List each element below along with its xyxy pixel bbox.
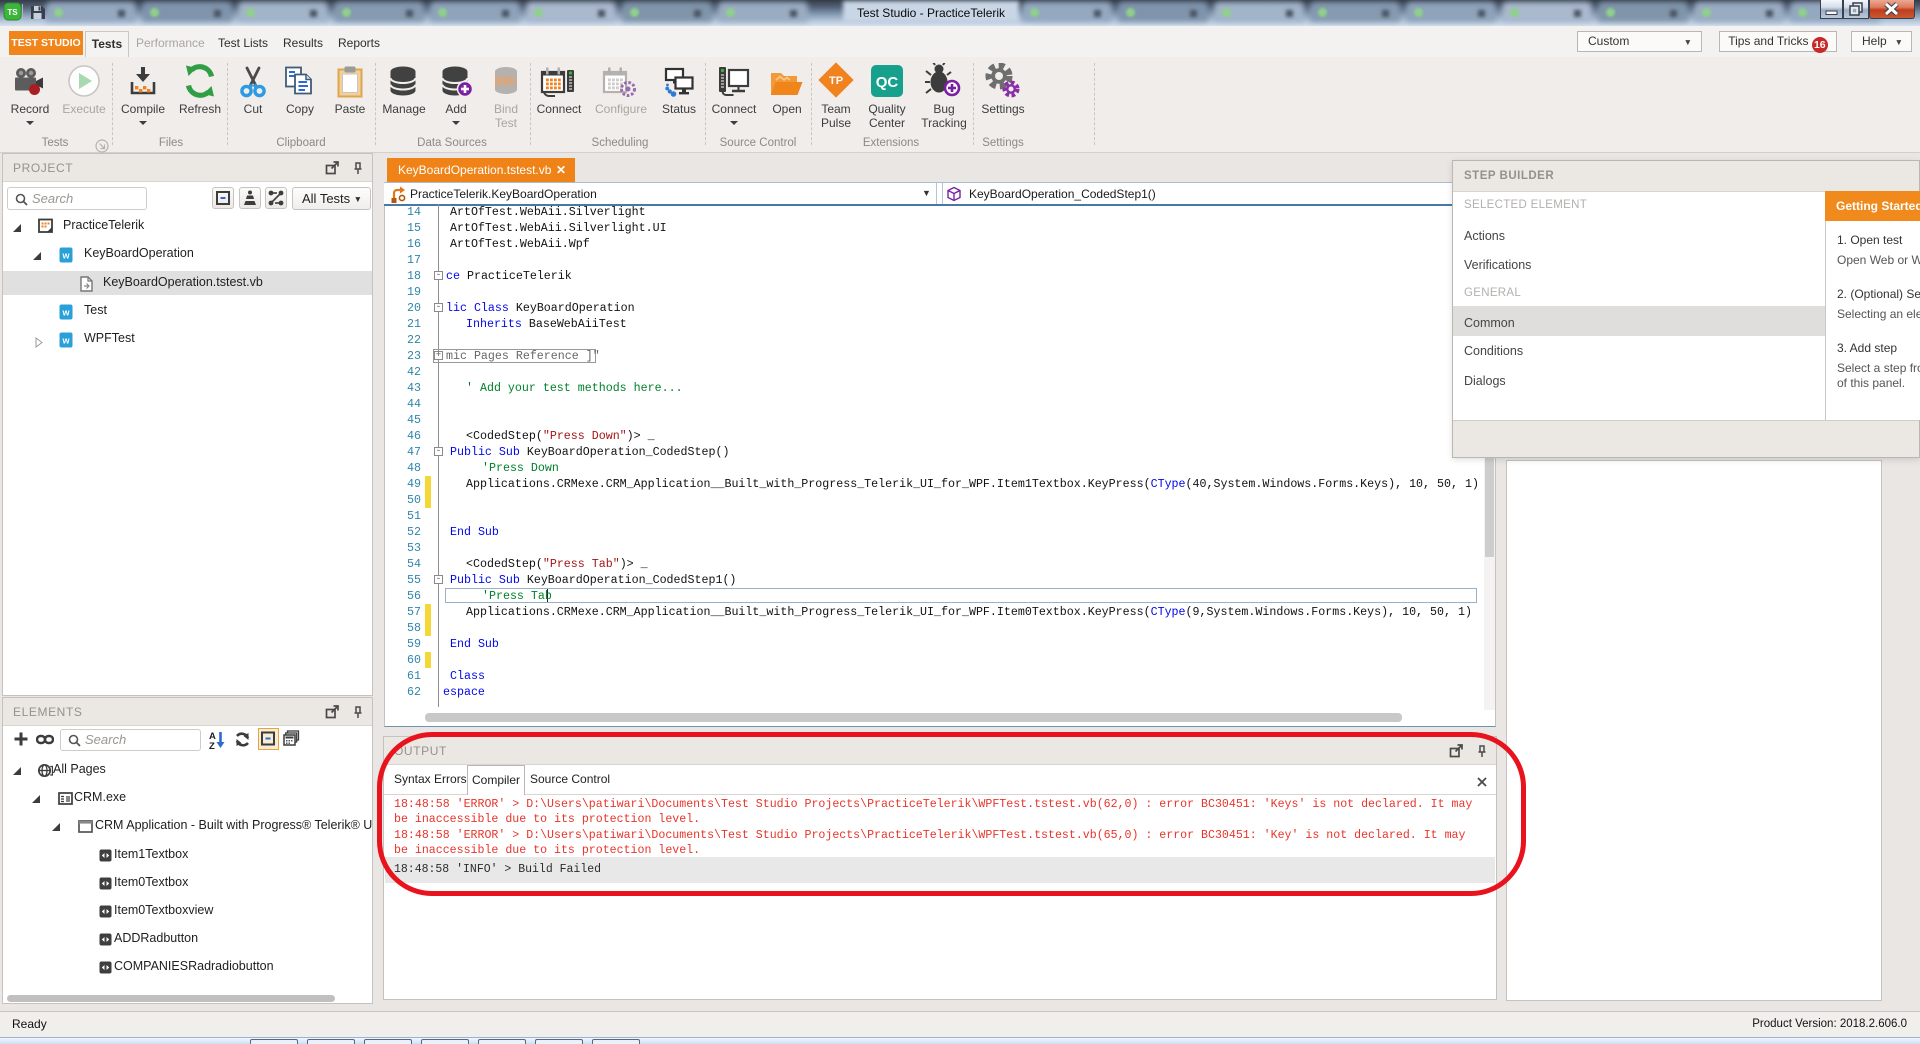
svg-text:w: w bbox=[61, 335, 70, 345]
svg-text:Z: Z bbox=[209, 741, 215, 750]
svg-text:TP: TP bbox=[829, 75, 843, 87]
svg-text:w: w bbox=[61, 251, 70, 261]
svg-text:QC: QC bbox=[876, 74, 899, 91]
svg-text:w: w bbox=[61, 307, 70, 317]
